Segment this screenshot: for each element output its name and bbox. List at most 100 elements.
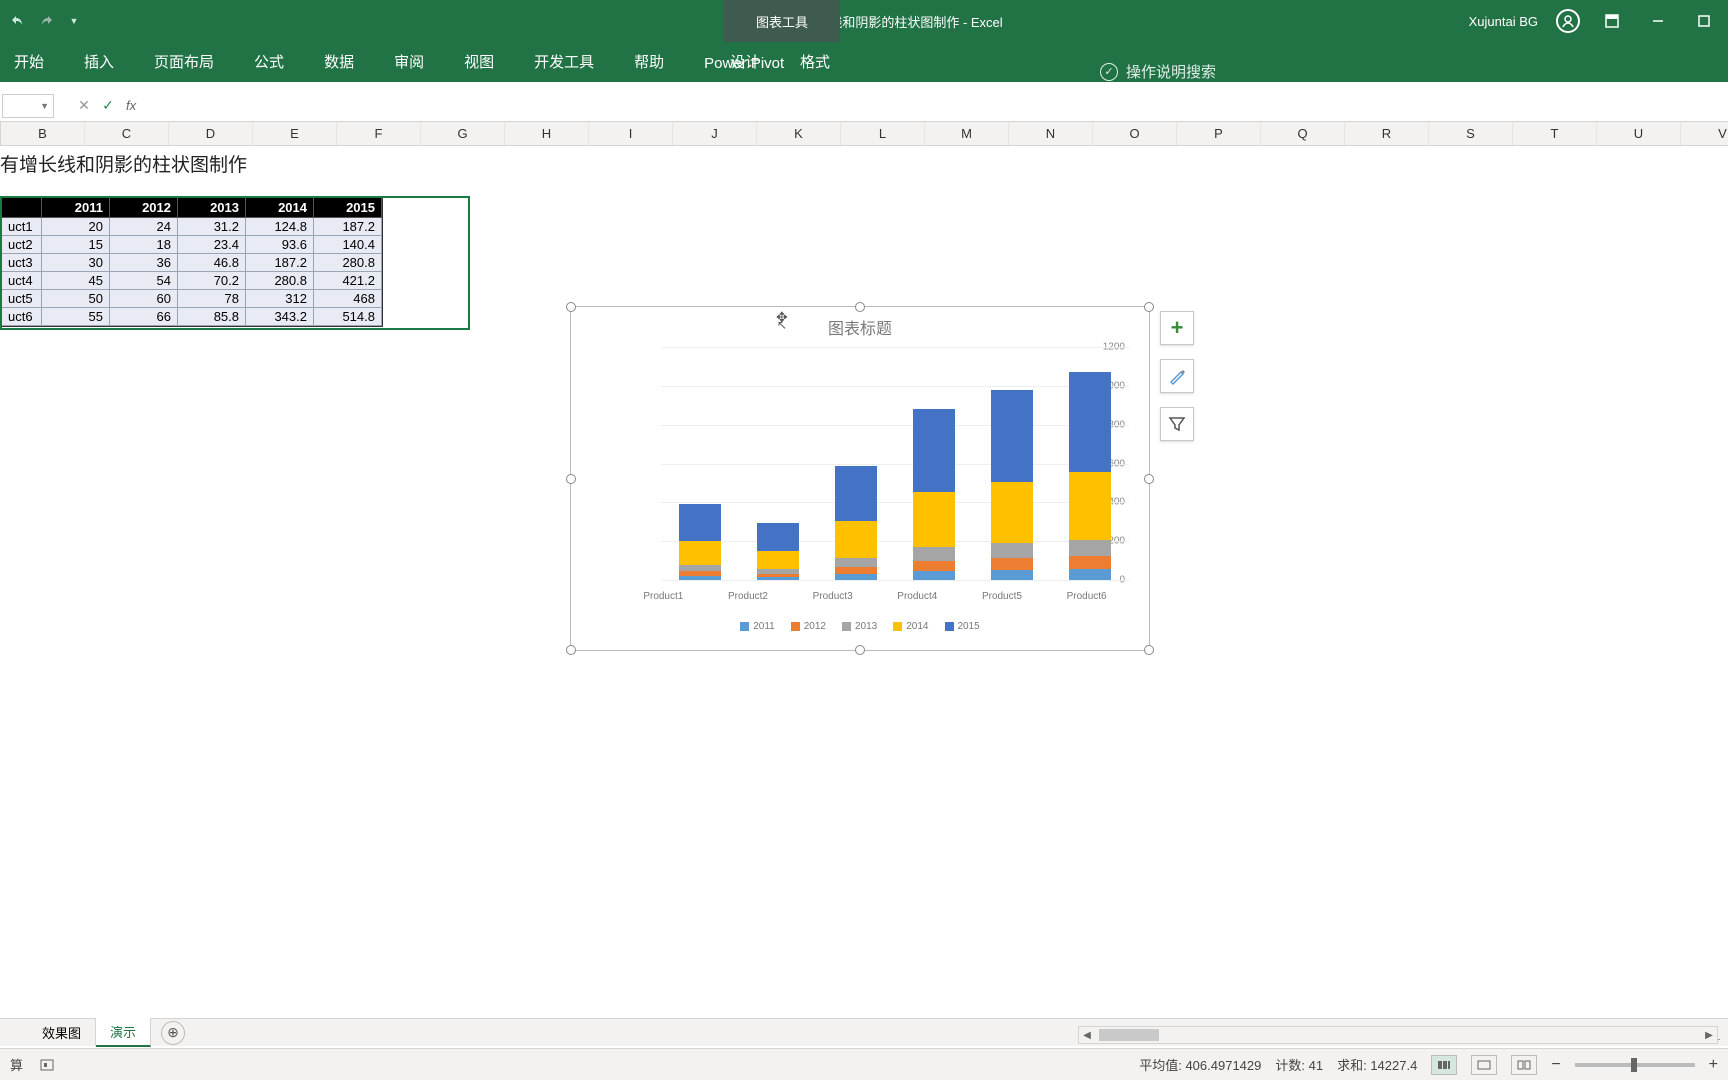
zoom-in-button[interactable]: + [1709,1056,1718,1074]
table-cell[interactable]: 23.4 [178,236,246,254]
table-cell[interactable]: 85.8 [178,308,246,326]
tab-chart-design[interactable]: 设计 [724,41,766,82]
bar-segment[interactable] [991,543,1033,558]
column-header[interactable]: O [1093,122,1177,145]
maximize-icon[interactable] [1690,7,1718,35]
name-box[interactable]: ▼ [2,94,54,118]
table-cell[interactable]: uct3 [2,254,42,272]
tab-home[interactable]: 开始 [8,41,50,82]
column-header[interactable]: L [841,122,925,145]
legend-item[interactable]: 2014 [893,621,928,632]
scroll-thumb[interactable] [1099,1029,1159,1041]
sheet-tab-effect[interactable]: 效果图 [28,1019,96,1046]
tab-help[interactable]: 帮助 [628,41,670,82]
column-header[interactable]: C [85,122,169,145]
table-cell[interactable]: 78 [178,290,246,308]
chart-elements-button[interactable]: + [1160,311,1194,345]
table-cell[interactable]: 280.8 [246,272,314,290]
table-cell[interactable]: uct4 [2,272,42,290]
table-cell[interactable]: 60 [110,290,178,308]
column-header[interactable]: G [421,122,505,145]
table-cell[interactable]: uct2 [2,236,42,254]
legend-item[interactable]: 2012 [791,621,826,632]
table-cell[interactable]: 45 [42,272,110,290]
bar-group[interactable] [679,504,721,580]
table-cell[interactable]: 36 [110,254,178,272]
bar-segment[interactable] [679,504,721,541]
bar-segment[interactable] [913,492,955,547]
table-cell[interactable]: 20 [42,218,110,236]
zoom-slider[interactable] [1575,1063,1695,1067]
tab-review[interactable]: 审阅 [388,41,430,82]
table-cell[interactable]: 514.8 [314,308,382,326]
ribbon-display-options-icon[interactable] [1598,7,1626,35]
bar-segment[interactable] [679,576,721,580]
bar-segment[interactable] [991,570,1033,580]
table-cell[interactable]: 280.8 [314,254,382,272]
bar-segment[interactable] [1069,372,1111,473]
legend-item[interactable]: 2015 [945,621,980,632]
formula-input[interactable] [142,94,1728,118]
column-header[interactable]: U [1597,122,1681,145]
qa-dropdown-icon[interactable]: ▼ [66,13,82,29]
zoom-out-button[interactable]: − [1551,1056,1560,1074]
table-cell[interactable]: 93.6 [246,236,314,254]
table-header[interactable]: 2011 [42,198,110,218]
column-header[interactable]: K [757,122,841,145]
table-cell[interactable]: 54 [110,272,178,290]
table-header[interactable]: 2012 [110,198,178,218]
user-avatar-icon[interactable] [1556,9,1580,33]
table-cell[interactable]: 18 [110,236,178,254]
table-cell[interactable]: 46.8 [178,254,246,272]
fx-label[interactable]: fx [126,98,136,113]
table-cell[interactable]: 50 [42,290,110,308]
table-header[interactable]: 2015 [314,198,382,218]
column-header[interactable]: H [505,122,589,145]
chart-legend[interactable]: 20112012201320142015 [571,621,1149,632]
column-header[interactable]: M [925,122,1009,145]
table-cell[interactable]: 66 [110,308,178,326]
column-header[interactable]: R [1345,122,1429,145]
table-cell[interactable]: 15 [42,236,110,254]
name-box-dropdown-icon[interactable]: ▼ [40,101,49,111]
bar-segment[interactable] [1069,540,1111,557]
bar-segment[interactable] [913,561,955,572]
bar-group[interactable] [1069,372,1111,581]
bar-segment[interactable] [913,409,955,491]
bar-group[interactable] [835,466,877,580]
legend-item[interactable]: 2013 [842,621,877,632]
table-cell[interactable]: 124.8 [246,218,314,236]
tab-view[interactable]: 视图 [458,41,500,82]
table-header[interactable]: 2013 [178,198,246,218]
bar-segment[interactable] [835,574,877,580]
sheet-tab-demo[interactable]: 演示 [96,1018,151,1047]
table-cell[interactable]: 343.2 [246,308,314,326]
column-header[interactable]: B [1,122,85,145]
table-cell[interactable]: uct6 [2,308,42,326]
bar-segment[interactable] [757,523,799,550]
horizontal-scrollbar[interactable]: ◀ ▶ [1078,1026,1718,1044]
scroll-right-icon[interactable]: ▶ [1701,1027,1717,1043]
bar-segment[interactable] [913,571,955,580]
table-header[interactable] [2,198,42,218]
enter-formula-icon[interactable]: ✓ [96,94,120,118]
column-header[interactable]: V [1681,122,1728,145]
column-header[interactable]: J [673,122,757,145]
view-page-break-icon[interactable] [1511,1055,1537,1075]
column-header[interactable]: Q [1261,122,1345,145]
table-cell[interactable]: 70.2 [178,272,246,290]
tell-me-search[interactable]: ✓ 操作说明搜索 [1100,61,1216,82]
column-header[interactable]: T [1513,122,1597,145]
table-cell[interactable]: 187.2 [314,218,382,236]
new-sheet-button[interactable]: ⊕ [161,1021,185,1045]
tab-page-layout[interactable]: 页面布局 [148,41,220,82]
bar-segment[interactable] [757,551,799,569]
table-cell[interactable]: uct5 [2,290,42,308]
chart-filters-button[interactable] [1160,407,1194,441]
column-header[interactable]: P [1177,122,1261,145]
bar-segment[interactable] [757,577,799,580]
table-cell[interactable]: 30 [42,254,110,272]
redo-icon[interactable] [38,13,54,29]
scroll-left-icon[interactable]: ◀ [1079,1027,1095,1043]
tab-data[interactable]: 数据 [318,41,360,82]
